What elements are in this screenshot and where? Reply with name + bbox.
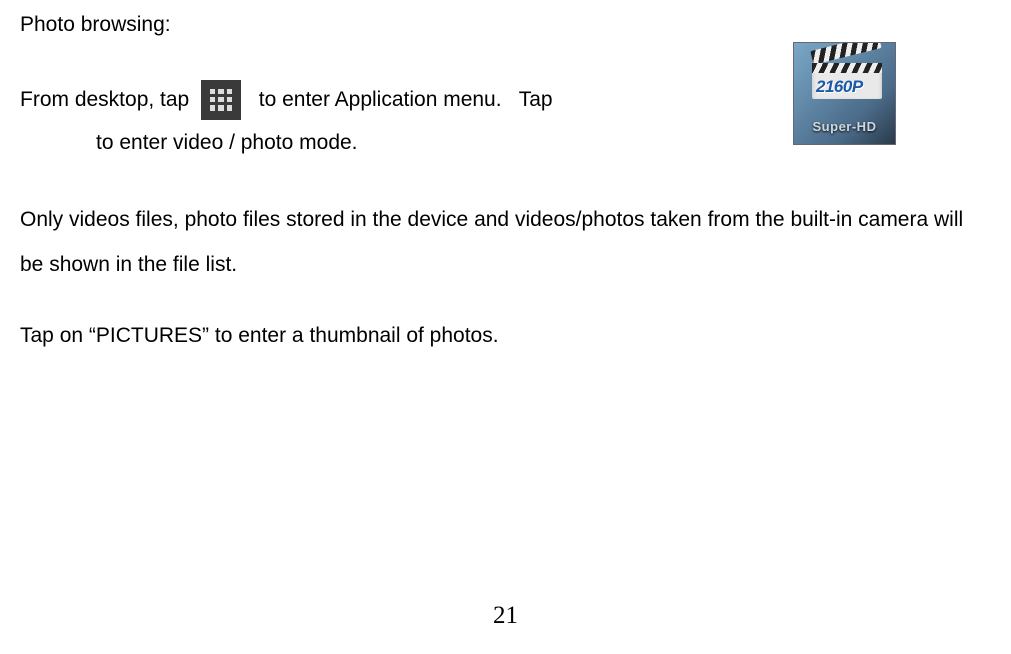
app-grid-icon	[201, 80, 241, 120]
video-app-icon: 2160P Super-HD	[793, 42, 896, 145]
clapper-stripe-icon	[812, 63, 882, 73]
text-segment: From desktop, tap	[20, 83, 195, 117]
grid-dots-icon	[210, 89, 232, 111]
superhd-label: Super-HD	[794, 117, 895, 144]
section-heading: Photo browsing:	[20, 8, 991, 42]
paragraph-storage-note: Only videos files, photo files stored in…	[20, 197, 991, 287]
resolution-badge: 2160P	[816, 73, 863, 100]
text-segment: to enter Application menu. Tap	[247, 83, 552, 117]
page-number: 21	[0, 596, 1011, 636]
clapper-top-icon	[810, 42, 881, 65]
paragraph-pictures-tap: Tap on “PICTURES” to enter a thumbnail o…	[20, 313, 991, 358]
